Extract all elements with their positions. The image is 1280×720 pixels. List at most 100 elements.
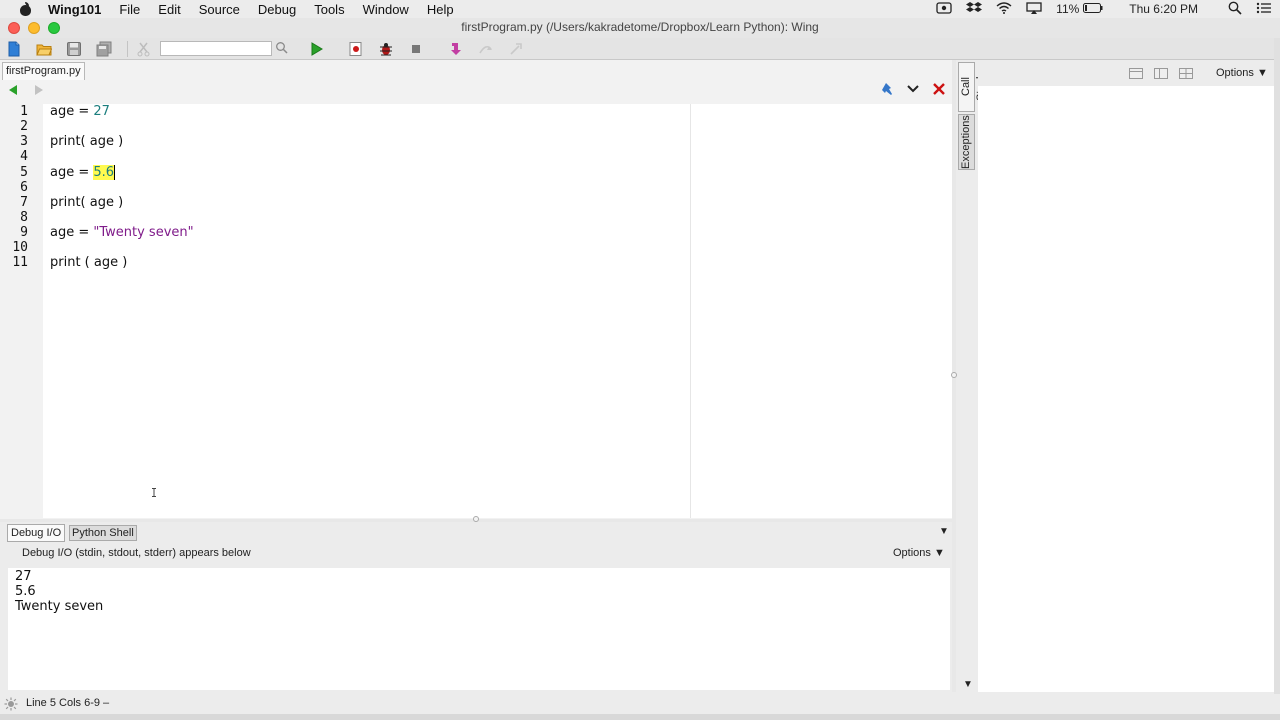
editor-area: firstProgram.py 1 2 3 4 5 6 7 8 9 10 11 …	[0, 60, 952, 520]
step-over-icon[interactable]	[478, 41, 494, 57]
run-icon[interactable]	[308, 41, 324, 57]
options-label: Options	[893, 547, 931, 559]
menu-tools[interactable]: Tools	[314, 2, 344, 17]
menubar-status-area: 11% Thu 6:20 PM	[936, 0, 1280, 18]
debug-status-bug-icon[interactable]	[4, 697, 18, 711]
code-text: age =	[50, 104, 94, 119]
window-right-edge	[1274, 38, 1280, 714]
string-literal: "Twenty seven"	[93, 225, 194, 240]
menu-app-name[interactable]: Wing101	[48, 2, 101, 17]
cursor-position-status: Line 5 Cols 6-9 –	[26, 697, 110, 709]
number-literal: 27	[93, 104, 110, 119]
output-line: 5.6	[15, 584, 36, 599]
new-file-icon[interactable]	[6, 41, 22, 57]
line-number: 4	[20, 149, 28, 164]
output-line: Twenty seven	[15, 599, 104, 614]
panel-layout-icon[interactable]	[1129, 68, 1143, 79]
debug-io-output[interactable]: 27 5.6 Twenty seven	[8, 568, 950, 690]
line-number: 1	[20, 104, 28, 119]
right-panel-content[interactable]	[978, 86, 1274, 692]
right-vertical-tabs: Call Stack Exceptions	[958, 62, 987, 172]
debug-start-icon[interactable]	[348, 41, 364, 57]
toolbar	[0, 38, 1280, 60]
close-icon[interactable]	[932, 82, 946, 96]
line-number-gutter: 1 2 3 4 5 6 7 8 9 10 11	[0, 104, 43, 518]
tab-exceptions[interactable]: Exceptions	[958, 114, 975, 170]
code-line-1[interactable]: age = 27	[50, 104, 110, 119]
tab-python-shell[interactable]: Python Shell	[69, 525, 137, 541]
line-number: 2	[20, 119, 28, 134]
line-number: 6	[20, 180, 28, 195]
panel-menu-triangle-icon[interactable]: ▼	[939, 526, 949, 537]
selected-number-literal: 5.6	[93, 165, 115, 180]
menu-edit[interactable]: Edit	[158, 2, 180, 17]
step-out-icon[interactable]	[508, 41, 524, 57]
toolbar-separator	[127, 41, 128, 57]
battery-label[interactable]: 11%	[1056, 2, 1079, 16]
wifi-icon[interactable]	[996, 1, 1012, 17]
code-text: age =	[50, 165, 94, 180]
cut-icon[interactable]	[136, 41, 152, 57]
code-line-3[interactable]: print( age )	[50, 134, 123, 149]
debug-io-options-menu[interactable]: Options ▼	[893, 547, 945, 559]
mouse-ibeam-cursor	[151, 488, 157, 499]
save-icon[interactable]	[66, 41, 82, 57]
panel-layout-icon[interactable]	[1154, 68, 1168, 79]
bottom-tool-panel: Debug I/O Python Shell ▼ Debug I/O (stdi…	[0, 522, 952, 692]
output-line: 27	[15, 569, 32, 584]
toolbar-search-input[interactable]	[160, 41, 272, 56]
line-number: 10	[12, 240, 28, 255]
code-line-9[interactable]: age = "Twenty seven"	[50, 225, 194, 240]
pin-icon[interactable]	[880, 82, 894, 96]
menu-window[interactable]: Window	[363, 2, 409, 17]
scroll-down-triangle-icon[interactable]: ▼	[963, 679, 973, 690]
screen-record-icon[interactable]	[936, 1, 952, 17]
status-bar: Line 5 Cols 6-9 –	[0, 694, 1280, 714]
right-panel-options-menu[interactable]: Options ▼	[1216, 67, 1268, 79]
macos-menubar: Wing101 File Edit Source Debug Tools Win…	[0, 0, 1280, 18]
panel-layout-icon[interactable]	[1179, 68, 1193, 79]
tab-call-stack[interactable]: Call Stack	[958, 62, 987, 112]
spotlight-search-icon[interactable]	[1228, 1, 1242, 18]
chevron-down-icon[interactable]	[906, 82, 920, 96]
nav-back-icon[interactable]	[6, 83, 20, 97]
open-folder-icon[interactable]	[36, 41, 53, 57]
options-label: Options	[1216, 67, 1254, 79]
airplay-icon[interactable]	[1026, 1, 1042, 17]
menu-debug[interactable]: Debug	[258, 2, 296, 17]
editor-file-tab[interactable]: firstProgram.py	[2, 62, 85, 80]
bug-icon[interactable]	[378, 41, 394, 57]
clock[interactable]: Thu 6:20 PM	[1129, 2, 1198, 16]
window-titlebar: firstProgram.py (/Users/kakradetome/Drop…	[0, 18, 1280, 38]
line-number: 11	[12, 255, 28, 270]
window-zoom-button[interactable]	[48, 22, 60, 34]
menu-file[interactable]: File	[119, 2, 140, 17]
right-margin-guide	[690, 104, 691, 518]
line-number: 8	[20, 210, 28, 225]
menu-help[interactable]: Help	[427, 2, 454, 17]
line-number: 7	[20, 195, 28, 210]
window-close-button[interactable]	[8, 22, 20, 34]
menu-source[interactable]: Source	[199, 2, 240, 17]
save-all-icon[interactable]	[96, 41, 112, 57]
step-into-icon[interactable]	[448, 41, 464, 57]
search-icon[interactable]	[275, 41, 291, 57]
code-line-5[interactable]: age = 5.6	[50, 165, 116, 180]
line-number: 5	[20, 165, 28, 180]
code-text: age =	[50, 225, 94, 240]
battery-icon[interactable]	[1083, 2, 1103, 16]
apple-menu-icon[interactable]	[18, 2, 34, 16]
notification-center-icon[interactable]	[1256, 2, 1272, 17]
dropbox-icon[interactable]	[966, 1, 983, 18]
text-cursor	[114, 165, 116, 180]
splitter-handle[interactable]	[951, 372, 957, 378]
tab-debug-io[interactable]: Debug I/O	[7, 524, 66, 542]
line-number: 3	[20, 134, 28, 149]
code-editor[interactable]: 1 2 3 4 5 6 7 8 9 10 11 age = 27 print( …	[0, 104, 952, 518]
stop-icon[interactable]	[408, 41, 424, 57]
window-minimize-button[interactable]	[28, 22, 40, 34]
right-tool-panel: Options ▼	[978, 62, 1274, 692]
code-line-7[interactable]: print( age )	[50, 195, 123, 210]
code-line-11[interactable]: print ( age )	[50, 255, 127, 270]
nav-forward-icon[interactable]	[32, 83, 46, 97]
